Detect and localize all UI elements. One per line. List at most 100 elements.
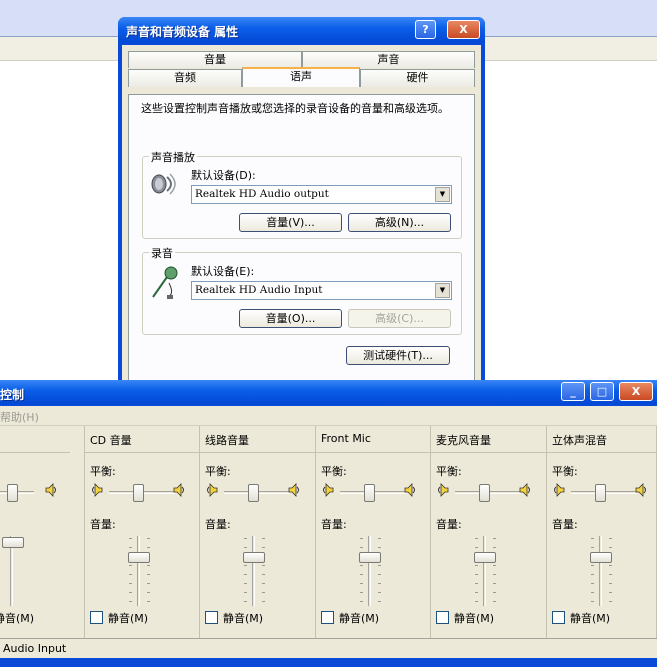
status-bar: Audio Input bbox=[0, 638, 657, 658]
menu-help[interactable]: 帮助(H) bbox=[0, 409, 39, 425]
dialog-titlebar[interactable]: 声音和音频设备 属性 ? X bbox=[118, 17, 485, 45]
help-button[interactable]: ? bbox=[415, 20, 436, 39]
dialog-title: 声音和音频设备 属性 bbox=[126, 25, 239, 39]
balance-slider[interactable] bbox=[364, 484, 375, 502]
tick-mark bbox=[591, 574, 594, 575]
tick-mark bbox=[360, 574, 363, 575]
volume-track bbox=[252, 536, 255, 606]
tab-audio[interactable]: 音频 bbox=[128, 69, 242, 87]
divider bbox=[547, 452, 656, 453]
recording-group: 录音 默认设备(E): Realtek HD Audio Input ▼ 音量(… bbox=[142, 245, 462, 335]
tick-mark bbox=[475, 592, 478, 593]
volume-track bbox=[599, 536, 602, 606]
volume-slider[interactable] bbox=[2, 537, 24, 548]
recording-volume-button[interactable]: 音量(O)... bbox=[239, 309, 342, 328]
tick-mark bbox=[147, 574, 150, 575]
balance-slider[interactable] bbox=[7, 484, 18, 502]
checkbox-box[interactable] bbox=[205, 611, 218, 624]
playback-volume-button[interactable]: 音量(V)... bbox=[239, 213, 342, 232]
recording-device-select[interactable]: Realtek HD Audio Input ▼ bbox=[191, 281, 452, 300]
speaker-icon bbox=[151, 173, 176, 195]
mute-label: 静音(M) bbox=[108, 612, 149, 625]
recording-device-value: Realtek HD Audio Input bbox=[195, 284, 323, 296]
close-button[interactable]: X bbox=[447, 20, 480, 39]
volume-track bbox=[483, 536, 486, 606]
playback-device-label: 默认设备(D): bbox=[191, 169, 256, 182]
tick-mark bbox=[475, 574, 478, 575]
volume-track bbox=[137, 536, 140, 606]
balance-label: 平衡: bbox=[321, 465, 347, 478]
tab-voice[interactable]: 语声 bbox=[242, 67, 360, 87]
mute-label: 静音(M) bbox=[454, 612, 495, 625]
tick-mark bbox=[129, 538, 132, 539]
tab-volume[interactable]: 音量 bbox=[128, 51, 302, 68]
tab-sounds[interactable]: 声音 bbox=[302, 51, 475, 68]
playback-advanced-button[interactable]: 高级(N)... bbox=[348, 213, 451, 232]
volume-window-titlebar[interactable]: 控制 _ □ X bbox=[0, 380, 657, 406]
tick-mark bbox=[244, 583, 247, 584]
tick-mark bbox=[244, 547, 247, 548]
tick-mark bbox=[360, 592, 363, 593]
mixer-column: 线路音量 平衡: 音量: 静音(M) bbox=[200, 426, 316, 638]
balance-slider[interactable] bbox=[248, 484, 259, 502]
description-text: 这些设置控制声音播放或您选择的录音设备的音量和高级选项。 bbox=[141, 102, 449, 115]
speaker-small-icon bbox=[438, 483, 449, 497]
tick-mark bbox=[378, 583, 381, 584]
mixer-column-title: 立体声混音 bbox=[552, 434, 607, 447]
volume-slider[interactable] bbox=[590, 552, 612, 563]
tab-strip: 音量 声音 音频 语声 硬件 bbox=[128, 51, 475, 95]
checkbox-box[interactable] bbox=[436, 611, 449, 624]
minimize-button[interactable]: _ bbox=[561, 382, 585, 401]
chevron-down-icon[interactable]: ▼ bbox=[435, 187, 450, 202]
tick-mark bbox=[129, 565, 132, 566]
window-frame-bottom bbox=[0, 658, 657, 667]
volume-track bbox=[368, 536, 371, 606]
balance-slider[interactable] bbox=[595, 484, 606, 502]
tick-mark bbox=[591, 565, 594, 566]
volume-slider[interactable] bbox=[243, 552, 265, 563]
tick-mark bbox=[129, 601, 132, 602]
tick-mark bbox=[609, 583, 612, 584]
volume-slider[interactable] bbox=[474, 552, 496, 563]
close-button[interactable]: X bbox=[619, 382, 653, 401]
tick-mark bbox=[475, 538, 478, 539]
tick-mark bbox=[262, 538, 265, 539]
chevron-down-icon[interactable]: ▼ bbox=[435, 283, 450, 298]
tick-mark bbox=[493, 538, 496, 539]
maximize-button[interactable]: □ bbox=[590, 382, 614, 401]
tick-mark bbox=[609, 574, 612, 575]
balance-label: 平衡: bbox=[552, 465, 578, 478]
balance-slider[interactable] bbox=[479, 484, 490, 502]
volume-slider[interactable] bbox=[359, 552, 381, 563]
tick-mark bbox=[147, 565, 150, 566]
tick-mark bbox=[493, 574, 496, 575]
tick-mark bbox=[493, 601, 496, 602]
speaker-small-icon bbox=[519, 483, 530, 497]
test-hardware-button[interactable]: 测试硬件(T)... bbox=[346, 346, 450, 365]
volume-control-window: 控制 _ □ X 帮助(H) 静音(M) CD 音量 平衡: 音量 bbox=[0, 380, 657, 667]
checkbox-box[interactable] bbox=[90, 611, 103, 624]
balance-slider[interactable] bbox=[133, 484, 144, 502]
checkbox-box[interactable] bbox=[321, 611, 334, 624]
checkbox-box[interactable] bbox=[552, 611, 565, 624]
sound-properties-dialog: 声音和音频设备 属性 ? X 音量 声音 音频 语声 硬件 这些设置控制声音播放… bbox=[118, 17, 485, 389]
tick-mark bbox=[262, 601, 265, 602]
tick-mark bbox=[378, 538, 381, 539]
tick-mark bbox=[493, 583, 496, 584]
tick-mark bbox=[244, 538, 247, 539]
tick-mark bbox=[129, 547, 132, 548]
volume-label: 音量: bbox=[552, 518, 578, 531]
mixer-column-title: 麦克风音量 bbox=[436, 434, 491, 447]
balance-label: 平衡: bbox=[436, 465, 462, 478]
tick-mark bbox=[493, 547, 496, 548]
tick-mark bbox=[360, 601, 363, 602]
tick-mark bbox=[262, 574, 265, 575]
tick-mark bbox=[129, 574, 132, 575]
tab-hardware[interactable]: 硬件 bbox=[360, 69, 475, 87]
divider bbox=[431, 452, 546, 453]
playback-device-select[interactable]: Realtek HD Audio output ▼ bbox=[191, 185, 452, 204]
volume-slider[interactable] bbox=[128, 552, 150, 563]
divider bbox=[85, 452, 199, 453]
mixer-panel: 静音(M) CD 音量 平衡: 音量: 静音(M) 线路音量 平衡: bbox=[0, 426, 657, 638]
tick-mark bbox=[609, 565, 612, 566]
